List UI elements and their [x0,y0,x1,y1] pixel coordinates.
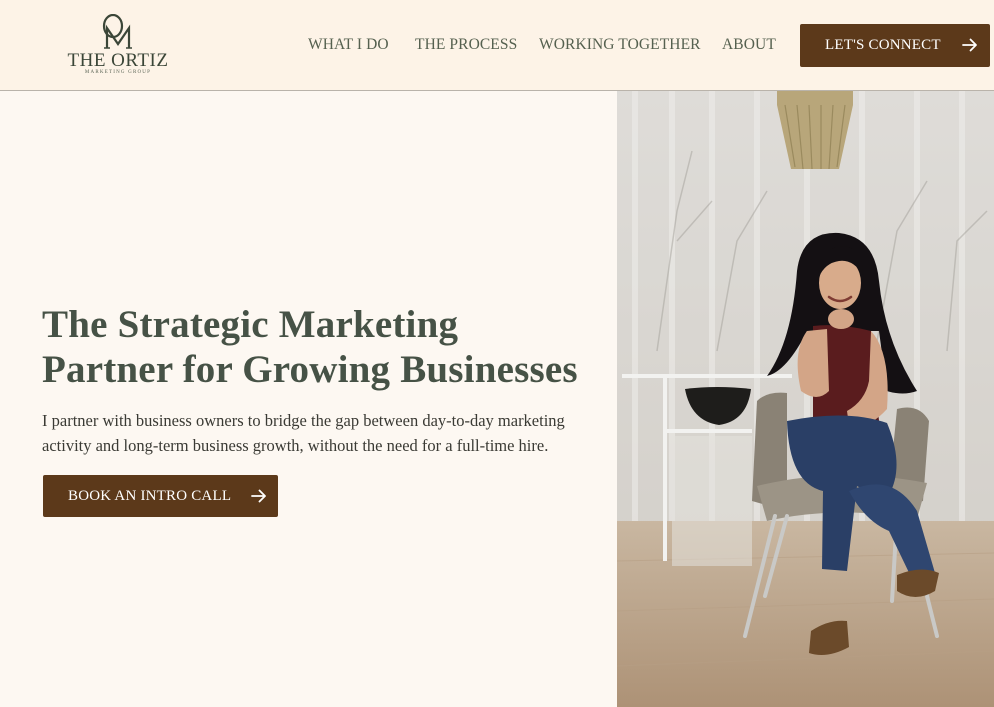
nav-item-the-process[interactable]: THE PROCESS [415,36,517,54]
monogram-icon [102,14,132,49]
hero-description-line-2: activity and long-term business growth, … [42,436,549,455]
portrait-illustration [617,91,994,707]
nav-item-about[interactable]: ABOUT [722,36,776,54]
nav-item-working-together[interactable]: WORKING TOGETHER [539,36,701,54]
nav-item-what-i-do[interactable]: WHAT I DO [308,36,389,54]
hero-title: The Strategic Marketing Partner for Grow… [42,302,612,392]
hero-photo [617,91,994,707]
arrow-right-icon [251,489,266,503]
arrow-right-icon [962,38,977,52]
lets-connect-label: LET'S CONNECT [825,37,941,53]
site-header: THE ORTIZ MARKETING GROUP WHAT I DO THE … [0,0,994,91]
hero-title-line-1: The Strategic Marketing [42,303,459,346]
brand-logo[interactable]: THE ORTIZ MARKETING GROUP [66,14,170,78]
hero-description-line-1: I partner with business owners to bridge… [42,411,565,430]
book-intro-call-button[interactable]: BOOK AN INTRO CALL [43,475,278,517]
hero-description: I partner with business owners to bridge… [42,408,602,458]
brand-name: THE ORTIZ [67,50,169,71]
book-intro-call-label: BOOK AN INTRO CALL [68,487,232,504]
hero-title-line-2: Partner for Growing Businesses [42,348,578,391]
lets-connect-button[interactable]: LET'S CONNECT [800,24,990,67]
